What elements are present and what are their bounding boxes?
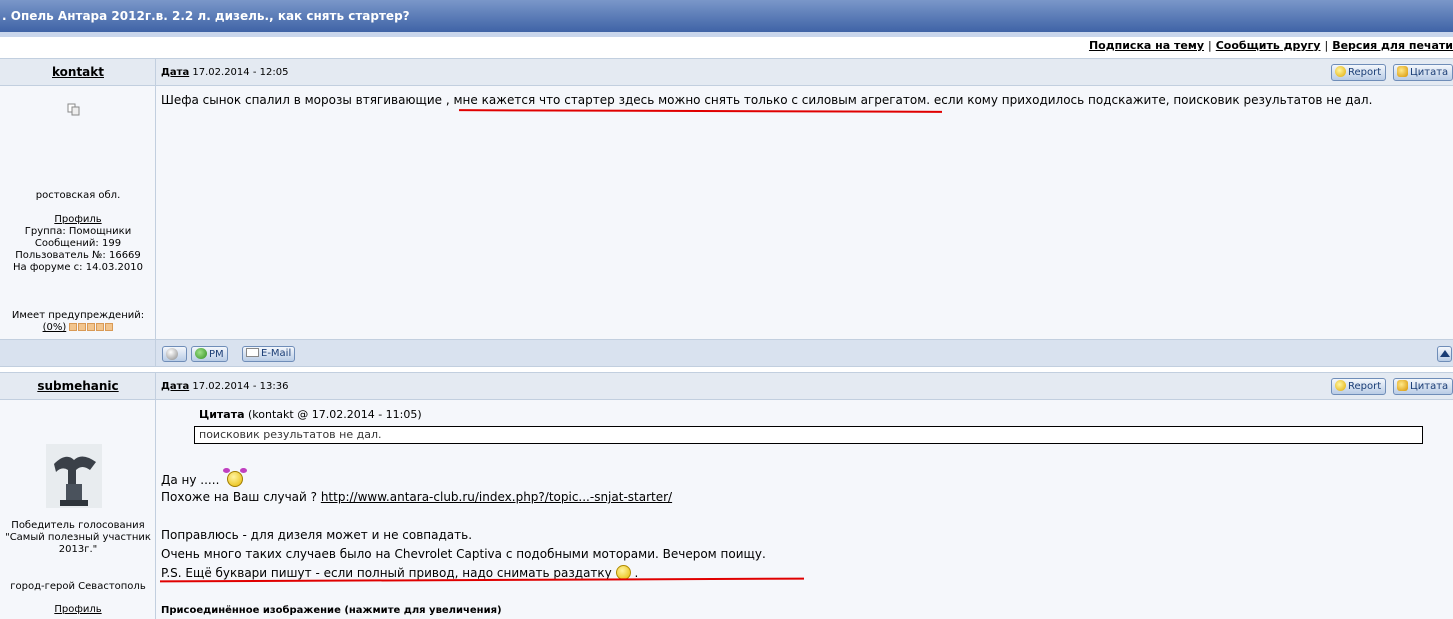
- report-button[interactable]: Report: [1331, 64, 1387, 81]
- envelope-icon: [246, 348, 259, 357]
- topic-title: . Опель Антара 2012г.в. 2.2 л. дизель., …: [2, 9, 410, 23]
- globe-icon: [166, 348, 178, 360]
- red-underline-marker: [458, 109, 943, 113]
- user-location: ростовская обл.: [35, 190, 121, 201]
- pm-button[interactable]: PM: [191, 346, 228, 362]
- report-icon: [1335, 380, 1346, 391]
- post-text-line: Похоже на Ваш случай ?: [161, 490, 321, 504]
- separator: |: [1324, 39, 1329, 52]
- subscribe-link[interactable]: Подписка на тему: [1089, 39, 1204, 52]
- post-line: Очень много таких случаев было на Chevro…: [161, 547, 766, 561]
- report-label: Report: [1348, 67, 1382, 78]
- no-avatar-icon: [67, 102, 81, 116]
- user-award: Победитель голосования "Самый полезный у…: [5, 520, 151, 555]
- post-header: submehanic Дата 17.02.2014 - 13:36 Repor…: [0, 372, 1453, 400]
- quote-icon: [1397, 380, 1408, 391]
- print-version-link[interactable]: Версия для печати: [1332, 39, 1453, 52]
- report-button[interactable]: Report: [1331, 378, 1387, 395]
- email-label: E-Mail: [261, 348, 292, 359]
- date-value: 17.02.2014 - 12:05: [192, 67, 289, 78]
- scroll-top-button[interactable]: [1437, 346, 1452, 362]
- author-link[interactable]: submehanic: [0, 379, 156, 393]
- profile-link-wrap: Профиль: [0, 214, 156, 226]
- report-label: Report: [1348, 381, 1382, 392]
- quote-box: поисковик результатов не дал.: [194, 426, 1423, 444]
- girl-smiley-icon: [223, 467, 248, 489]
- web-button[interactable]: [162, 346, 187, 362]
- post-text-highlighted: мне кажется что стартер здесь можно снят…: [453, 93, 927, 107]
- date-value: 17.02.2014 - 13:36: [192, 381, 289, 392]
- author-info-cell: Победитель голосования "Самый полезный у…: [0, 400, 156, 619]
- topic-options: Подписка на тему | Сообщить другу | Версия д…: [1089, 39, 1453, 53]
- post-line: Да ну .....: [161, 467, 248, 490]
- author-info-cell: ростовская обл. Профиль Группа: Помощник…: [0, 86, 156, 339]
- author-cell: submehanic: [0, 373, 156, 399]
- pm-label: PM: [209, 349, 224, 360]
- quote-label: Цитата: [1410, 381, 1449, 392]
- footer-left-cell: [0, 340, 156, 366]
- profile-link[interactable]: Профиль: [54, 604, 101, 615]
- quote-meta: (kontakt @ 17.02.2014 - 11:05): [248, 408, 422, 421]
- user-location: город-герой Севастополь: [10, 581, 146, 592]
- post-text: Шефа сынок спалил в морозы втягивающие ,…: [161, 91, 1372, 110]
- warning-level-bar: [69, 323, 114, 335]
- topic-title-bar: . Опель Антара 2012г.в. 2.2 л. дизель., …: [0, 0, 1453, 32]
- avatar: [46, 444, 102, 508]
- forum-link[interactable]: http://www.antara-club.ru/index.php?/top…: [321, 490, 672, 504]
- quote-text: поисковик результатов не дал.: [199, 428, 382, 441]
- post-text-line: Да ну .....: [161, 473, 220, 487]
- post-text-part: . если кому приходилось подскажите, поис…: [926, 93, 1373, 107]
- warnings-row: (0%): [0, 322, 156, 335]
- user-number: Пользователь №: 16669: [15, 250, 141, 261]
- post-body: ростовская обл. Профиль Группа: Помощник…: [0, 86, 1453, 339]
- user-group: Группа: Помощники: [24, 226, 132, 237]
- title-stripe: [0, 32, 1453, 37]
- post-header: kontakt Дата 17.02.2014 - 12:05 Report Ц…: [0, 58, 1453, 86]
- post-text-part: Шефа сынок спалил в морозы втягивающие ,: [161, 93, 454, 107]
- profile-link-wrap: Профиль: [0, 604, 156, 616]
- quote-button[interactable]: Цитата: [1393, 64, 1453, 81]
- warnings-value[interactable]: (0%): [43, 322, 67, 333]
- arrow-up-icon: [1439, 350, 1450, 357]
- attached-image-label: Присоединённое изображение (нажмите для …: [161, 605, 502, 616]
- email-button[interactable]: E-Mail: [242, 346, 296, 362]
- tell-friend-link[interactable]: Сообщить другу: [1216, 39, 1321, 52]
- post-date: Дата 17.02.2014 - 12:05: [161, 67, 288, 78]
- user-messages: Сообщений: 199: [34, 238, 122, 249]
- date-label: Дата: [161, 67, 190, 78]
- post-line: Поправлюсь - для дизеля может и не совпа…: [161, 528, 473, 542]
- post-line: Похоже на Ваш случай ? http://www.antara…: [161, 488, 672, 507]
- profile-link[interactable]: Профиль: [54, 214, 101, 225]
- quote-icon: [1397, 66, 1408, 77]
- quote-header: Цитата (kontakt @ 17.02.2014 - 11:05): [199, 408, 422, 421]
- separator: |: [1208, 39, 1212, 52]
- quote-button[interactable]: Цитата: [1393, 378, 1453, 395]
- author-cell: kontakt: [0, 59, 156, 85]
- post-body: Победитель голосования "Самый полезный у…: [0, 400, 1453, 619]
- users-icon: [195, 348, 207, 359]
- author-link[interactable]: kontakt: [0, 65, 156, 79]
- post-footer: PM E-Mail: [0, 339, 1453, 367]
- quote-header-label: Цитата: [199, 408, 245, 421]
- post-date: Дата 17.02.2014 - 13:36: [161, 381, 288, 392]
- quote-label: Цитата: [1410, 67, 1449, 78]
- date-label: Дата: [161, 381, 190, 392]
- report-icon: [1335, 66, 1346, 77]
- warnings-label: Имеет предупреждений:: [11, 310, 145, 321]
- user-joined: На форуме с: 14.03.2010: [13, 262, 143, 273]
